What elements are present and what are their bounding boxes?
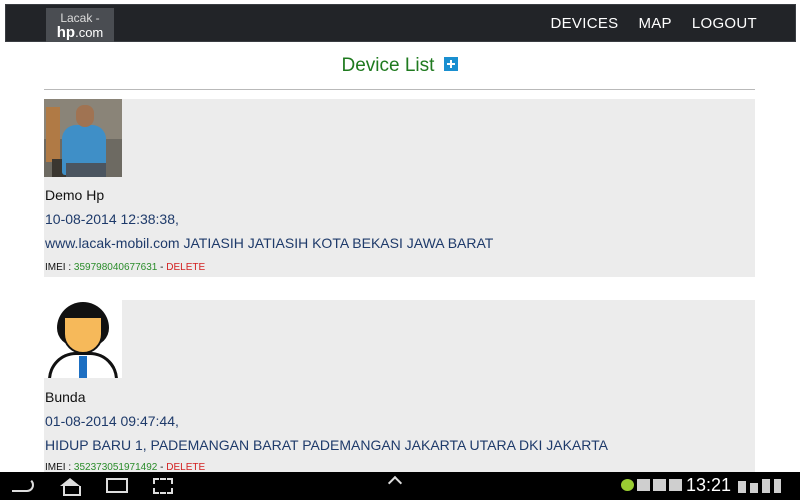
android-system-bar: 13:21 bbox=[0, 472, 800, 500]
nav-map[interactable]: MAP bbox=[638, 15, 671, 32]
nav-logout[interactable]: LOGOUT bbox=[692, 15, 757, 32]
screenshot-icon[interactable] bbox=[153, 478, 173, 494]
device-card: Demo Hp 10-08-2014 12:38:38, www.lacak-m… bbox=[44, 99, 755, 277]
device-name[interactable]: Demo Hp bbox=[45, 187, 104, 203]
back-icon[interactable] bbox=[12, 478, 34, 492]
device-avatar-default[interactable] bbox=[44, 300, 122, 378]
device-avatar-photo[interactable] bbox=[44, 99, 122, 177]
status-icons[interactable] bbox=[738, 479, 781, 493]
notification-icons[interactable] bbox=[621, 479, 682, 491]
main-nav: DEVICES MAP LOGOUT bbox=[551, 5, 758, 41]
android-notif-icon bbox=[621, 479, 634, 491]
page-header: Device List bbox=[44, 54, 755, 90]
add-device-icon[interactable] bbox=[443, 57, 458, 71]
recent-apps-icon[interactable] bbox=[106, 478, 128, 493]
delete-link[interactable]: DELETE bbox=[166, 262, 205, 273]
battery-icon bbox=[774, 479, 781, 493]
mail-notif-icon bbox=[653, 479, 666, 491]
device-address: www.lacak-mobil.com JATIASIH JATIASIH KO… bbox=[45, 235, 494, 251]
device-timestamp: 01-08-2014 09:47:44, bbox=[45, 413, 179, 429]
signal-icon bbox=[762, 479, 770, 493]
gallery-notif-icon bbox=[669, 479, 682, 491]
logo-text-bottom: hp.com bbox=[56, 24, 104, 41]
system-clock[interactable]: 13:21 bbox=[686, 475, 731, 496]
imei-label: IMEI : bbox=[45, 262, 74, 273]
chevron-up-icon[interactable] bbox=[387, 475, 403, 491]
device-card: Bunda 01-08-2014 09:47:44, HIDUP BARU 1,… bbox=[44, 300, 755, 480]
device-address: HIDUP BARU 1, PADEMANGAN BARAT PADEMANGA… bbox=[45, 437, 608, 453]
device-name[interactable]: Bunda bbox=[45, 389, 85, 405]
logo-text-top: Lacak - bbox=[60, 11, 100, 25]
imei-value: 359798040677631 bbox=[73, 262, 158, 273]
site-logo[interactable]: Lacak - hp.com bbox=[46, 8, 114, 42]
bluetooth-icon bbox=[738, 481, 746, 493]
device-timestamp: 10-08-2014 12:38:38, bbox=[45, 211, 179, 227]
home-icon[interactable] bbox=[58, 478, 82, 496]
top-navbar: Lacak - hp.com DEVICES MAP LOGOUT bbox=[5, 4, 796, 42]
nav-devices[interactable]: DEVICES bbox=[551, 15, 619, 32]
device-imei-line: IMEI : 359798040677631 - DELETE bbox=[45, 262, 205, 273]
page-title: Device List bbox=[341, 55, 435, 76]
image-notif-icon bbox=[637, 479, 650, 491]
imei-separator: - bbox=[157, 262, 167, 273]
wifi-icon bbox=[750, 483, 758, 493]
